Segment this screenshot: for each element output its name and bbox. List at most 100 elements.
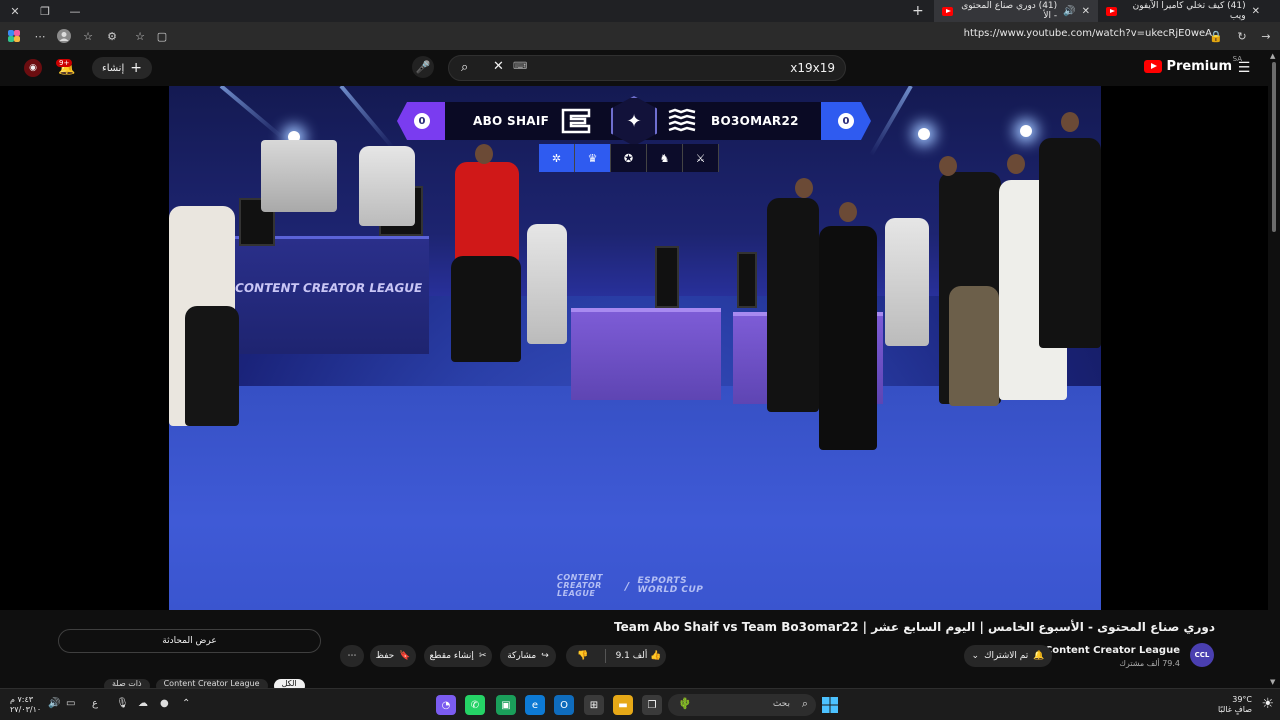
minimize-window-icon[interactable]: — [60, 0, 90, 22]
save-button[interactable]: حفظ 🔖 [370, 645, 416, 667]
favorites-icon[interactable]: ☆ [80, 28, 96, 44]
file-explorer-icon[interactable]: ▬ [613, 695, 633, 715]
network-icon[interactable]: ▭ [66, 698, 75, 709]
share-arrow-icon: ↪ [541, 651, 549, 661]
gaming-chair [885, 218, 929, 346]
messenger-app-icon[interactable]: ◔ [436, 695, 456, 715]
refresh-icon[interactable]: ↻ [1234, 28, 1250, 44]
app-icon[interactable]: ▣ [496, 695, 516, 715]
like-button[interactable]: 9.1 ألف 👍 [611, 651, 666, 661]
microphone-icon: 🎤 [415, 60, 431, 74]
booth [261, 140, 337, 212]
copilot-icon[interactable] [6, 28, 22, 44]
keyboard-icon[interactable]: ⌨ [513, 61, 527, 72]
clear-search-icon[interactable]: ✕ [493, 59, 504, 74]
profile-avatar-icon[interactable] [56, 28, 72, 44]
split-screen-icon[interactable]: ▢ [154, 28, 170, 44]
left-score: 0 [414, 113, 430, 129]
close-window-icon[interactable]: ✕ [0, 0, 30, 22]
bookmark-icon: 🔖 [399, 651, 411, 661]
browser-tab-active[interactable]: ✕ 🔊 (41) دوري صناع المحتوى - الأ [934, 0, 1098, 22]
add-favorite-icon[interactable]: ☆ [132, 28, 148, 44]
task-view-icon[interactable]: ❐ [642, 695, 662, 715]
watermark-right: ESPORTS WORLD CUP [637, 576, 704, 595]
person-head [1061, 112, 1079, 132]
lock-icon[interactable]: 🔒 [1208, 28, 1224, 44]
clock-date: ٢٧/٠٣/١٠ [10, 705, 42, 714]
store-icon[interactable]: ⊞ [584, 695, 604, 715]
more-options-icon[interactable]: ⋯ [32, 28, 48, 44]
abo-shaif-team-logo-icon [561, 108, 591, 134]
search-box[interactable]: ⌕ ✕ ⌨ x19x19 [448, 55, 846, 81]
channel-avatar[interactable]: CCL [1190, 643, 1214, 667]
scroll-thumb[interactable] [1272, 62, 1276, 232]
trophy-icon: ♛ [575, 144, 611, 172]
restore-window-icon[interactable]: ❐ [30, 0, 60, 22]
center-desk [571, 308, 721, 400]
extensions-icon[interactable]: ⚙ [104, 28, 120, 44]
person-head [939, 156, 957, 176]
youtube-header: ◉ 🔔 9+ إنشاء + 🎤 ⌕ ✕ ⌨ x19x19 Premium SA… [0, 50, 1268, 86]
windows-taskbar: ٧:٤٣ م ٢٧/٠٣/١٠ 🔊 ▭ ع 🎙 ☁ ● ⌃ ◔ ✆ ▣ e O … [0, 688, 1280, 720]
weather-widget[interactable]: 39°C صافٍ غالبًا [1218, 695, 1252, 715]
watermark-divider: / [625, 579, 630, 593]
ghost-icon: ♞ [647, 144, 683, 172]
close-tab-icon[interactable]: ✕ [1082, 6, 1090, 17]
show-chat-button[interactable]: عرض المحادثة [58, 629, 321, 653]
guide-menu-icon[interactable]: ☰ [1234, 58, 1254, 78]
thumbs-up-icon: 👍 [650, 651, 662, 661]
volume-icon[interactable]: 🔊 [48, 698, 60, 709]
clip-button[interactable]: إنشاء مقطع ✂ [424, 645, 492, 667]
url-field[interactable]: https://www.youtube.com/watch?v=ukecRjE0… [964, 28, 1212, 39]
new-tab-icon[interactable]: + [912, 3, 924, 19]
input-language-icon[interactable]: ع [92, 698, 98, 709]
more-actions-button[interactable]: ⋯ [340, 645, 364, 667]
search-icon: ⌕ [801, 697, 808, 710]
share-label: مشاركة [507, 651, 537, 661]
whatsapp-app-icon[interactable]: ✆ [465, 695, 485, 715]
search-input[interactable]: x19x19 [790, 61, 835, 75]
create-button[interactable]: إنشاء + [92, 57, 152, 79]
monitor [737, 252, 757, 308]
system-clock[interactable]: ٧:٤٣ م ٢٧/٠٣/١٠ [10, 695, 41, 715]
show-chat-label: عرض المحادثة [162, 636, 217, 646]
channel-name[interactable]: Content Creator League [1045, 645, 1180, 656]
left-score-panel: 0 [397, 102, 447, 140]
premium-label: Premium [1166, 59, 1232, 74]
subscribed-button[interactable]: ⌄ تم الاشتراك 🔔 [964, 645, 1052, 667]
video-frame[interactable]: CONTENT CREATOR LEAGUE 0 ABO SHAIF BO3OM… [169, 86, 1101, 610]
back-icon[interactable]: → [1258, 28, 1274, 44]
close-tab-icon[interactable]: ✕ [1252, 6, 1260, 17]
onedrive-icon[interactable]: ☁ [138, 698, 148, 709]
start-button-icon[interactable] [820, 695, 840, 715]
video-player[interactable]: CONTENT CREATOR LEAGUE 0 ABO SHAIF BO3OM… [0, 86, 1268, 610]
show-hidden-icons[interactable]: ⌃ [182, 698, 190, 709]
speaker-icon[interactable]: 🔊 [1063, 6, 1075, 17]
desk-league-text: CONTENT CREATOR LEAGUE [233, 281, 424, 295]
taskbar-search[interactable]: 🌵 بحث ⌕ [668, 694, 816, 716]
voice-search-button[interactable]: 🎤 [412, 56, 434, 78]
tab-title: (41) دوري صناع المحتوى - الأ [961, 1, 1058, 21]
browser-tab[interactable]: ✕ (41) كيف تخلي كاميرا الآيفون ويب [1098, 0, 1268, 22]
youtube-premium-logo[interactable]: Premium SA [1144, 55, 1242, 74]
scroll-up-icon[interactable]: ▲ [1270, 52, 1275, 60]
share-button[interactable]: مشاركة ↪ [500, 645, 556, 667]
right-score: 0 [838, 113, 854, 129]
microphone-tray-icon[interactable]: 🎙 [116, 698, 129, 709]
star-icon: ✪ [611, 144, 647, 172]
browser-tab-strip: ✕ ❐ — + ✕ 🔊 (41) دوري صناع المحتوى - الأ… [0, 0, 1280, 22]
page-scrollbar[interactable]: ▲ ▼ [1268, 50, 1280, 688]
outlook-icon[interactable]: O [554, 695, 574, 715]
dislike-button[interactable]: 👎 [566, 651, 600, 661]
person [819, 226, 877, 450]
left-team-name: ABO SHAIF [473, 114, 550, 128]
scroll-down-icon[interactable]: ▼ [1270, 678, 1275, 686]
broadcast-watermark: CONTENT CREATOR LEAGUE / ESPORTS WORLD C… [557, 574, 712, 598]
video-title: دوري صناع المحتوى - الأسبوع الخامس | الي… [613, 620, 1215, 634]
app-tray-icon[interactable]: ● [160, 698, 169, 709]
account-avatar[interactable]: ◉ [24, 59, 42, 77]
search-icon[interactable]: ⌕ [461, 60, 468, 75]
edge-browser-icon[interactable]: e [525, 695, 545, 715]
address-bar: ⋯ ☆ ⚙ ☆ ▢ https://www.youtube.com/watch?… [0, 22, 1280, 50]
bell-icon: 🔔 [1033, 651, 1045, 661]
